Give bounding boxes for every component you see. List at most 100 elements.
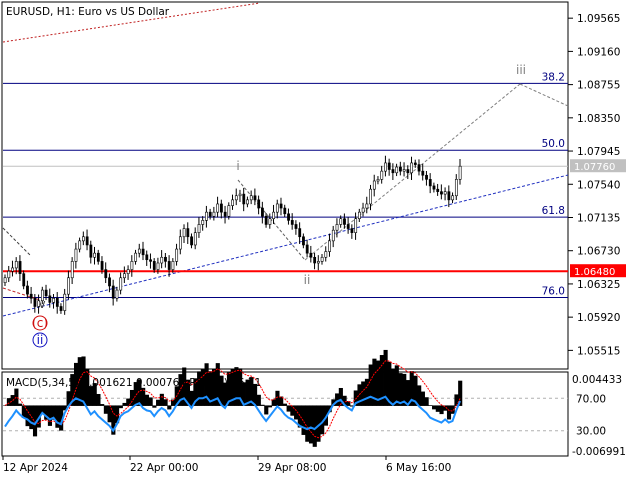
candle-body bbox=[425, 174, 428, 180]
price-tick-label: 1.07540 bbox=[577, 179, 620, 191]
candle-body bbox=[421, 170, 425, 176]
time-tick-label: 12 Apr 2024 bbox=[3, 462, 68, 474]
candle-body bbox=[447, 191, 451, 201]
candle-body bbox=[186, 228, 190, 238]
candle-body bbox=[454, 179, 458, 197]
time-tick-label: 6 May 16:00 bbox=[386, 462, 451, 474]
candle-body bbox=[402, 169, 406, 172]
candle-body bbox=[272, 211, 276, 220]
candle-body bbox=[428, 179, 432, 187]
macd-bar bbox=[122, 402, 127, 406]
candle-body bbox=[59, 306, 63, 311]
candle-body bbox=[458, 165, 462, 180]
candle-body bbox=[149, 259, 152, 262]
candle-body bbox=[287, 213, 290, 221]
macd-bar bbox=[167, 405, 172, 410]
macd-bar bbox=[282, 403, 287, 406]
candle-body bbox=[160, 256, 164, 264]
candle-body bbox=[197, 224, 201, 233]
candle-body bbox=[313, 256, 317, 264]
candle-body bbox=[316, 261, 320, 264]
chart-root: 38.250.061.876.0 v(c)iiiiiiii EURUSD, H1… bbox=[1, 1, 626, 474]
price-tick-label: 1.08350 bbox=[577, 113, 620, 125]
macd-bar bbox=[159, 393, 164, 406]
macd-bar bbox=[88, 386, 94, 406]
price-tick-label: 1.06730 bbox=[577, 246, 620, 258]
candle-body bbox=[205, 211, 208, 221]
candle-body bbox=[48, 295, 52, 303]
candle-body bbox=[249, 195, 253, 201]
candle-body bbox=[96, 252, 100, 262]
candle-body bbox=[372, 180, 376, 190]
candle-body bbox=[137, 248, 141, 254]
candle-body bbox=[29, 293, 33, 299]
candle-body bbox=[175, 248, 179, 262]
candle-body bbox=[320, 256, 324, 262]
candle-body bbox=[440, 191, 443, 195]
candle-body bbox=[104, 269, 108, 279]
candle-body bbox=[290, 220, 294, 225]
candle-body bbox=[11, 267, 14, 272]
macd-bar bbox=[446, 405, 452, 420]
candle-body bbox=[152, 261, 156, 270]
indicator-axis: 0.004433 -0.006991 70.00 30.00 bbox=[572, 374, 626, 458]
candle-body bbox=[130, 261, 134, 270]
candle-body bbox=[182, 228, 186, 238]
candle-body bbox=[331, 229, 335, 242]
candle-body bbox=[302, 236, 305, 246]
candle-body bbox=[451, 195, 455, 201]
candle-body bbox=[275, 203, 279, 213]
candle-body bbox=[298, 228, 302, 238]
macd-bar bbox=[398, 373, 403, 406]
macd-bar bbox=[152, 405, 157, 408]
macd-bar bbox=[256, 394, 261, 406]
candle-body bbox=[227, 205, 231, 217]
indicator-tick-label: -0.006991 bbox=[572, 446, 626, 458]
candle-body bbox=[387, 162, 391, 170]
candle-body bbox=[234, 195, 238, 201]
rsi-level-label: 30.00 bbox=[576, 426, 606, 438]
candle-body bbox=[111, 285, 115, 299]
macd-bar bbox=[47, 405, 53, 426]
macd-bar bbox=[417, 385, 422, 406]
support-price-label: 1.06480 bbox=[574, 267, 615, 278]
macd-bar bbox=[308, 405, 314, 444]
candle-body bbox=[231, 199, 235, 206]
indicator-tick-label: 0.004433 bbox=[572, 374, 622, 386]
time-tick-label: 22 Apr 00:00 bbox=[130, 462, 198, 474]
candle-body bbox=[14, 261, 18, 269]
macd-bar bbox=[148, 397, 153, 406]
candle-body bbox=[354, 218, 358, 233]
macd-bar bbox=[14, 388, 19, 406]
wave-label-4: ii bbox=[304, 273, 311, 287]
price-pane-frame bbox=[1, 1, 569, 370]
macd-bar bbox=[118, 405, 123, 409]
candle-body bbox=[126, 269, 130, 274]
price-axis: 1.09565 1.09160 1.08755 1.08350 1.07945 1.075… bbox=[568, 13, 620, 357]
macd-bar bbox=[368, 364, 373, 406]
wave-label-2: ii bbox=[37, 333, 44, 347]
candle-body bbox=[63, 293, 67, 311]
candle-body bbox=[82, 236, 85, 242]
macd-bar bbox=[301, 405, 306, 435]
macd-bar bbox=[420, 391, 425, 406]
candle-body bbox=[100, 261, 104, 270]
candle-body bbox=[178, 236, 182, 250]
macd-bar bbox=[264, 405, 269, 415]
macd-bar bbox=[428, 405, 433, 406]
candle-body bbox=[264, 215, 268, 225]
price-tick-label: 1.05515 bbox=[577, 345, 620, 357]
candle-body bbox=[115, 289, 119, 299]
candle-body bbox=[365, 203, 369, 209]
candle-body bbox=[328, 240, 331, 252]
macd-bar bbox=[335, 393, 340, 406]
macd-bar bbox=[103, 405, 108, 414]
candle-body bbox=[395, 166, 399, 174]
candle-body bbox=[376, 179, 380, 182]
candle-body bbox=[44, 289, 48, 297]
indicator-header: MACD(5,34,5) 0.001621 0.000764 RSI(14) 6… bbox=[6, 377, 261, 389]
macd-bar bbox=[439, 405, 444, 415]
macd-bar bbox=[144, 394, 149, 406]
candle-body bbox=[26, 285, 29, 295]
current-price-label: 1.07760 bbox=[574, 162, 615, 173]
